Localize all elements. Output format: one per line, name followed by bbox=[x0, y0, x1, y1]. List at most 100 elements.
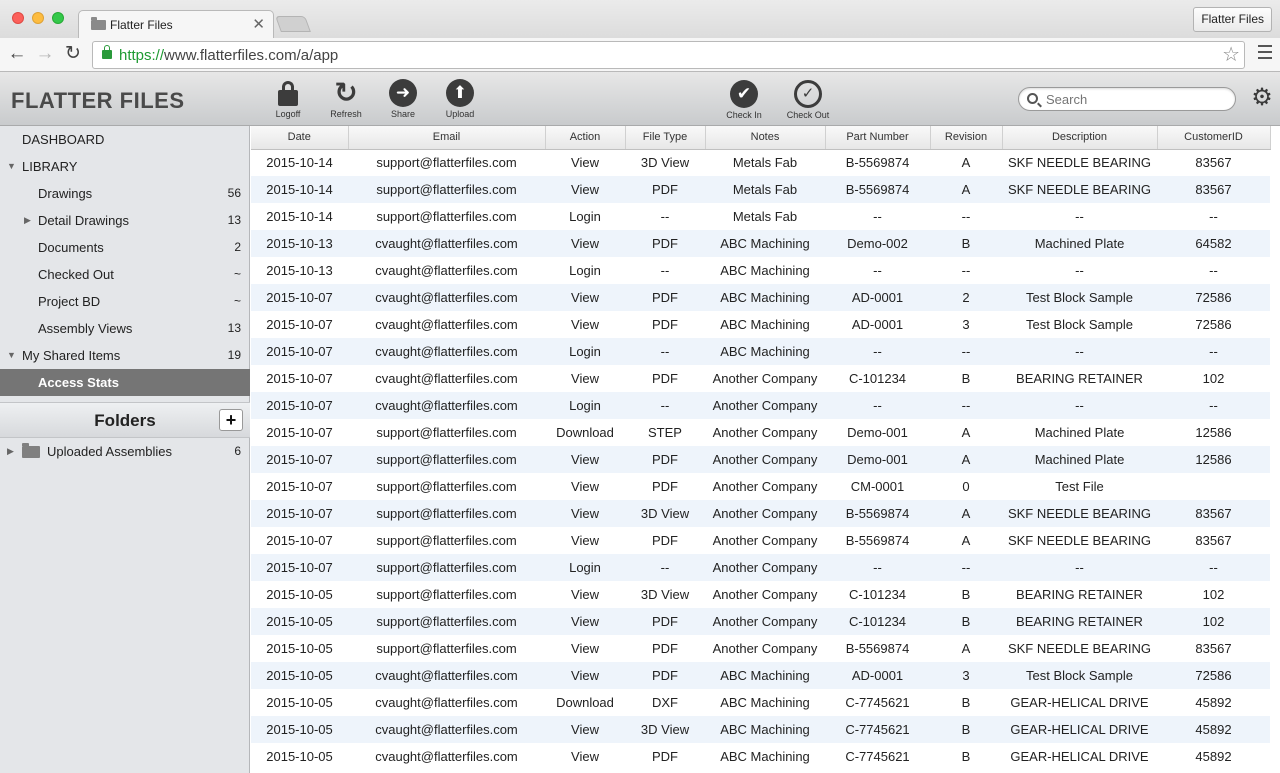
sidebar-item-uploaded-assemblies[interactable]: ▶ Uploaded Assemblies 6 bbox=[0, 438, 250, 465]
column-header-action[interactable]: Action bbox=[545, 126, 626, 150]
cell-part-number: CM-0001 bbox=[825, 473, 930, 500]
table-row[interactable]: 2015-10-13 cvaught@flatterfiles.com Login -… bbox=[251, 257, 1270, 284]
column-header-part-number[interactable]: Part Number bbox=[825, 126, 931, 150]
address-bar[interactable]: https://www.flatterfiles.com/a/app ☆ bbox=[92, 41, 1245, 69]
back-arrow-icon[interactable]: ← bbox=[6, 42, 28, 66]
table-row[interactable]: 2015-10-07 support@flatterfiles.com View PD… bbox=[251, 527, 1270, 554]
zoom-window-button[interactable] bbox=[52, 12, 64, 24]
cell-action: View bbox=[545, 365, 625, 392]
sidebar-item-documents[interactable]: Documents 2 bbox=[0, 234, 250, 261]
table-row[interactable]: 2015-10-05 cvaught@flatterfiles.com View 3D… bbox=[251, 716, 1270, 743]
profile-button[interactable]: Flatter Files bbox=[1193, 7, 1272, 32]
column-header-notes[interactable]: Notes bbox=[705, 126, 826, 150]
sidebar-item-assembly-views[interactable]: Assembly Views 13 bbox=[0, 315, 250, 342]
triangle-right-icon[interactable]: ▶ bbox=[7, 438, 14, 465]
table-row[interactable]: 2015-10-14 support@flatterfiles.com Login -… bbox=[251, 203, 1270, 230]
cell-date: 2015-10-05 bbox=[251, 689, 348, 716]
cell-date: 2015-10-07 bbox=[251, 284, 348, 311]
sidebar-item-label: LIBRARY bbox=[22, 159, 78, 174]
sidebar-item-my-shared-items[interactable]: ▼ My Shared Items 19 bbox=[0, 342, 250, 369]
table-row[interactable]: 2015-10-05 support@flatterfiles.com View 3D… bbox=[251, 581, 1270, 608]
add-folder-button[interactable]: + bbox=[219, 409, 243, 431]
sidebar-item-drawings[interactable]: Drawings 56 bbox=[0, 180, 250, 207]
table-row[interactable]: 2015-10-05 cvaught@flatterfiles.com View PD… bbox=[251, 743, 1270, 770]
table-row[interactable]: 2015-10-13 cvaught@flatterfiles.com View PD… bbox=[251, 230, 1270, 257]
sidebar-item-dashboard[interactable]: DASHBOARD bbox=[0, 126, 250, 153]
sidebar-item-detail-drawings[interactable]: ▶ Detail Drawings 13 bbox=[0, 207, 250, 234]
cell-customer-id: 72586 bbox=[1157, 284, 1270, 311]
bookmark-star-icon[interactable]: ☆ bbox=[1222, 42, 1240, 68]
browser-titlebar: Flatter Files ✕ Flatter Files bbox=[0, 0, 1280, 38]
table-row[interactable]: 2015-10-07 cvaught@flatterfiles.com Login -… bbox=[251, 338, 1270, 365]
upload-button[interactable]: ⬆ Upload bbox=[432, 79, 488, 119]
sidebar-item-project-bd[interactable]: Project BD ~ bbox=[0, 288, 250, 315]
browser-tab[interactable]: Flatter Files ✕ bbox=[78, 10, 274, 38]
column-header-description[interactable]: Description bbox=[1002, 126, 1158, 150]
table-row[interactable]: 2015-10-07 support@flatterfiles.com View 3D… bbox=[251, 500, 1270, 527]
table-body: 2015-10-14 support@flatterfiles.com View 3D… bbox=[251, 149, 1270, 770]
table-row[interactable]: 2015-10-14 support@flatterfiles.com View PD… bbox=[251, 176, 1270, 203]
table-row[interactable]: 2015-10-14 support@flatterfiles.com View 3D… bbox=[251, 149, 1270, 176]
logoff-button[interactable]: Logoff bbox=[260, 79, 316, 119]
cell-file-type: PDF bbox=[625, 176, 705, 203]
sidebar-item-checked-out[interactable]: Checked Out ~ bbox=[0, 261, 250, 288]
cell-action: Login bbox=[545, 392, 625, 419]
triangle-down-icon[interactable]: ▼ bbox=[7, 342, 16, 369]
cell-revision: 3 bbox=[930, 662, 1002, 689]
browser-menu-icon[interactable] bbox=[1258, 45, 1272, 63]
cell-description: Test Block Sample bbox=[1002, 284, 1157, 311]
check-circle-icon: ✔ bbox=[730, 80, 758, 108]
table-row[interactable]: 2015-10-07 support@flatterfiles.com View PD… bbox=[251, 473, 1270, 500]
table-row[interactable]: 2015-10-07 cvaught@flatterfiles.com View PD… bbox=[251, 311, 1270, 338]
table-row[interactable]: 2015-10-07 cvaught@flatterfiles.com Login -… bbox=[251, 392, 1270, 419]
column-header-customer-id[interactable]: CustomerID bbox=[1157, 126, 1271, 150]
cell-part-number: Demo-001 bbox=[825, 446, 930, 473]
column-header-date[interactable]: Date bbox=[251, 126, 349, 150]
cell-notes: Metals Fab bbox=[705, 203, 825, 230]
cell-action: Login bbox=[545, 257, 625, 284]
table-row[interactable]: 2015-10-05 cvaught@flatterfiles.com Downlo… bbox=[251, 689, 1270, 716]
refresh-button[interactable]: ↻ Refresh bbox=[318, 79, 374, 120]
cell-notes: ABC Machining bbox=[705, 716, 825, 743]
cell-part-number: B-5569874 bbox=[825, 176, 930, 203]
table-row[interactable]: 2015-10-07 support@flatterfiles.com Downlo… bbox=[251, 419, 1270, 446]
cell-file-type: PDF bbox=[625, 662, 705, 689]
search-box[interactable] bbox=[1018, 87, 1236, 111]
check-out-button[interactable]: ✓ Check Out bbox=[780, 80, 836, 120]
table-row[interactable]: 2015-10-07 support@flatterfiles.com Login -… bbox=[251, 554, 1270, 581]
table-row[interactable]: 2015-10-07 cvaught@flatterfiles.com View PD… bbox=[251, 365, 1270, 392]
table-row[interactable]: 2015-10-05 support@flatterfiles.com View PD… bbox=[251, 635, 1270, 662]
gear-icon[interactable]: ⚙ bbox=[1250, 86, 1274, 110]
close-window-button[interactable] bbox=[12, 12, 24, 24]
access-stats-grid: Date Email Action File Type Notes Part Number… bbox=[251, 126, 1280, 773]
cell-customer-id: 45892 bbox=[1157, 689, 1270, 716]
cell-part-number: -- bbox=[825, 392, 930, 419]
new-tab-button[interactable] bbox=[275, 16, 311, 32]
cell-part-number: C-7745621 bbox=[825, 716, 930, 743]
cell-customer-id: 83567 bbox=[1157, 527, 1270, 554]
table-row[interactable]: 2015-10-05 support@flatterfiles.com View PD… bbox=[251, 608, 1270, 635]
url-text[interactable]: https://www.flatterfiles.com/a/app bbox=[119, 47, 338, 64]
minimize-window-button[interactable] bbox=[32, 12, 44, 24]
sidebar-item-access-stats[interactable]: Access Stats bbox=[0, 369, 250, 396]
column-header-revision[interactable]: Revision bbox=[930, 126, 1003, 150]
column-header-email[interactable]: Email bbox=[348, 126, 546, 150]
refresh-label: Refresh bbox=[330, 109, 362, 119]
tab-close-icon[interactable]: ✕ bbox=[252, 15, 265, 33]
share-button[interactable]: ➜ Share bbox=[375, 79, 431, 119]
table-row[interactable]: 2015-10-07 cvaught@flatterfiles.com View PD… bbox=[251, 284, 1270, 311]
cell-date: 2015-10-07 bbox=[251, 554, 348, 581]
column-header-file-type[interactable]: File Type bbox=[625, 126, 706, 150]
table-header-row: Date Email Action File Type Notes Part Number… bbox=[251, 126, 1271, 150]
triangle-down-icon[interactable]: ▼ bbox=[7, 153, 16, 180]
triangle-right-icon[interactable]: ▶ bbox=[24, 207, 31, 234]
forward-arrow-icon[interactable]: → bbox=[34, 42, 56, 66]
cell-action: View bbox=[545, 284, 625, 311]
search-input[interactable] bbox=[1046, 90, 1228, 108]
check-in-button[interactable]: ✔ Check In bbox=[716, 80, 772, 120]
table-row[interactable]: 2015-10-05 cvaught@flatterfiles.com View PD… bbox=[251, 662, 1270, 689]
table-row[interactable]: 2015-10-07 support@flatterfiles.com View PD… bbox=[251, 446, 1270, 473]
upload-label: Upload bbox=[445, 109, 475, 119]
sidebar-item-library[interactable]: ▼ LIBRARY bbox=[0, 153, 250, 180]
reload-icon[interactable]: ↻ bbox=[62, 42, 84, 66]
